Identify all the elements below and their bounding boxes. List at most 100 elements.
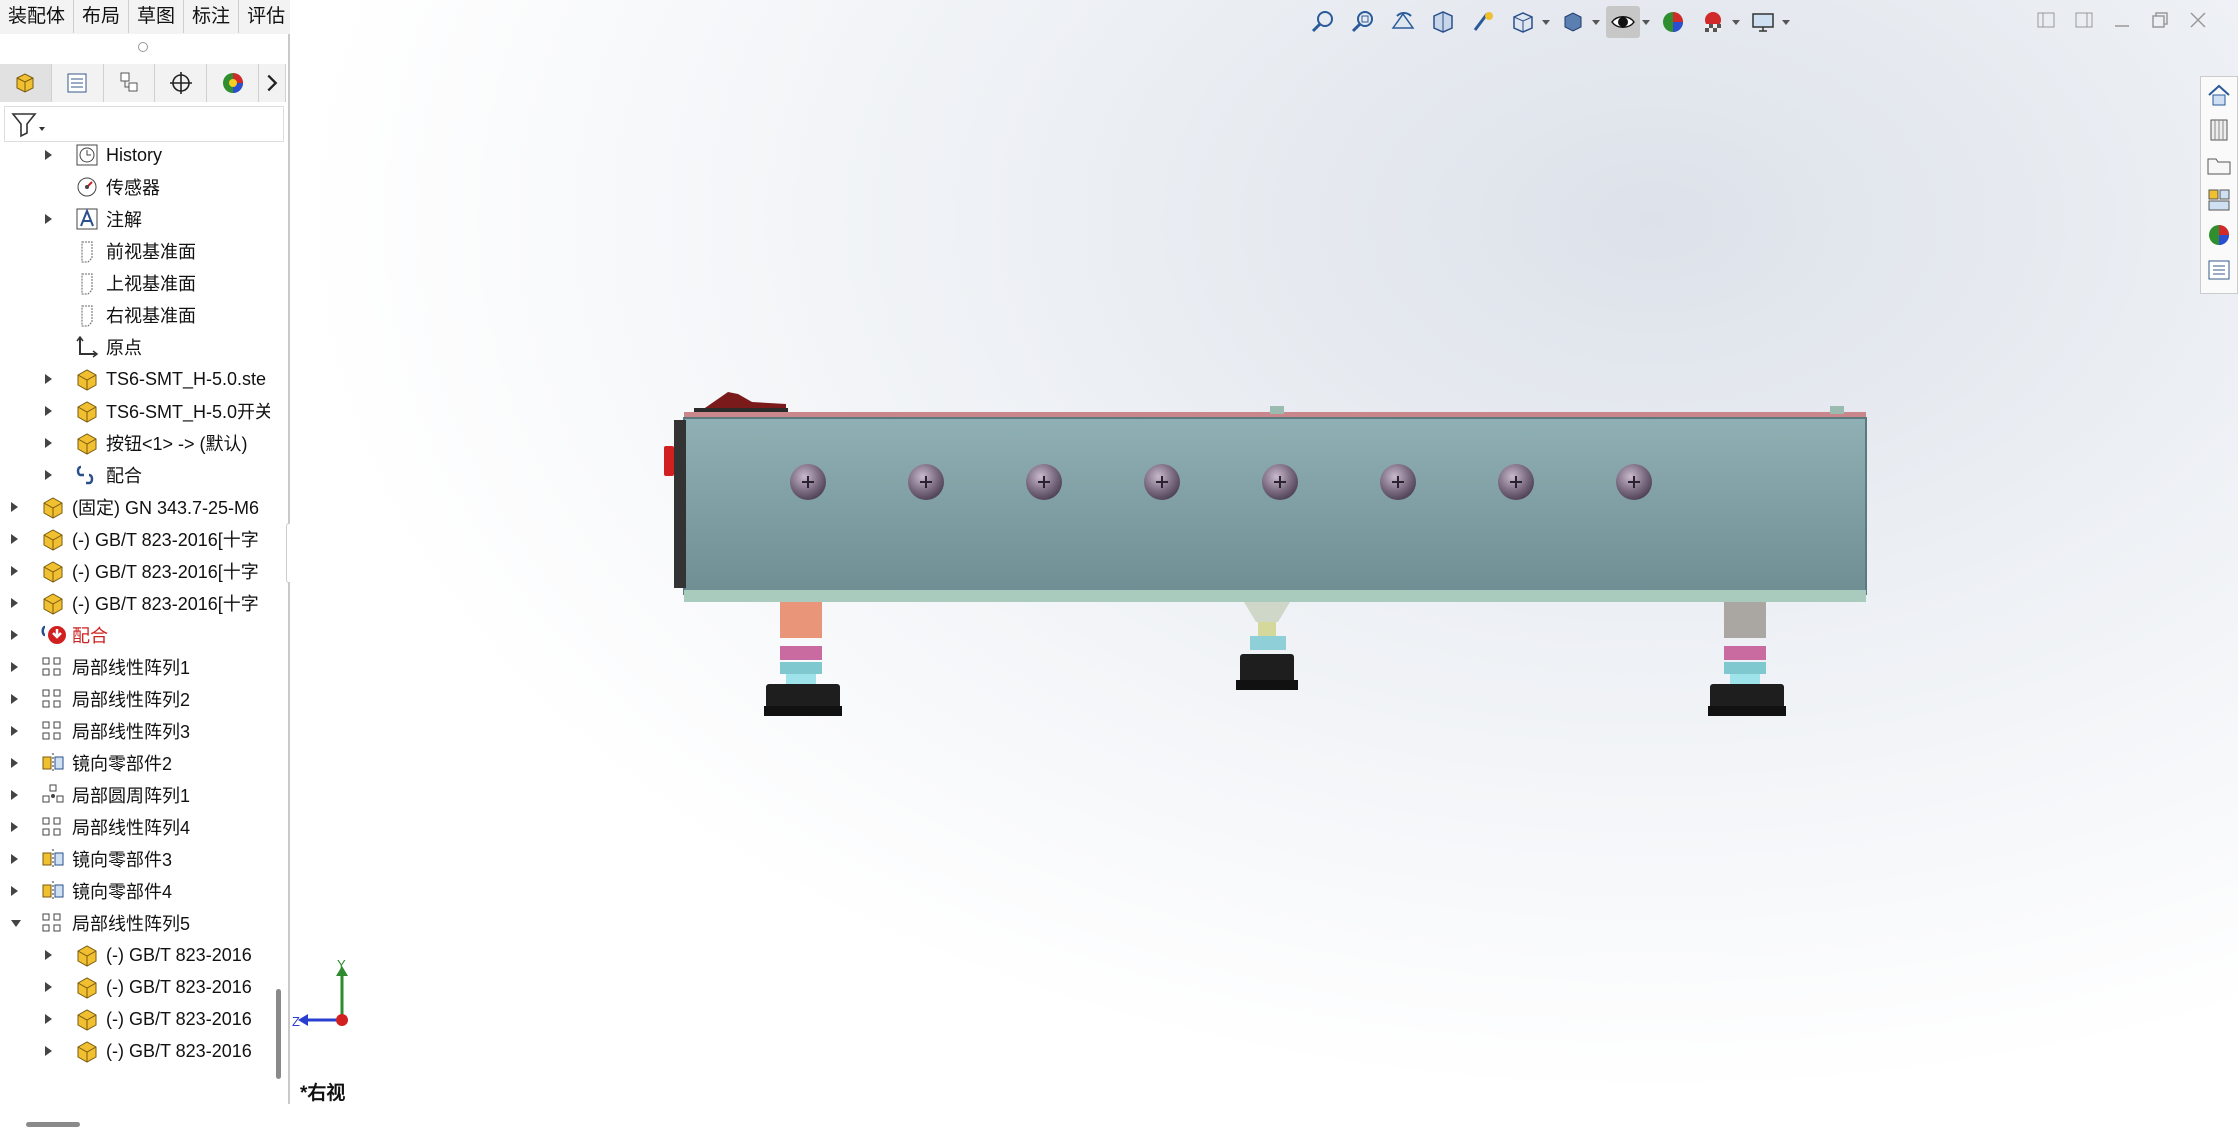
tree-item[interactable]: TS6-SMT_H-5.0.ste bbox=[74, 364, 266, 394]
tree-item[interactable]: 右视基准面 bbox=[74, 300, 196, 330]
chevron-down-icon[interactable] bbox=[1782, 19, 1790, 25]
tab-configurationmanager[interactable] bbox=[103, 64, 156, 102]
heads-up-view-toolbar bbox=[1306, 4, 1790, 40]
tree-item[interactable]: (-) GB/T 823-2016 bbox=[74, 972, 252, 1002]
expand-toggle-icon[interactable] bbox=[11, 854, 18, 864]
expand-toggle-icon[interactable] bbox=[11, 502, 18, 512]
tree-item[interactable]: TS6-SMT_H-5.0开关 bbox=[74, 396, 270, 426]
tree-item[interactable]: (-) GB/T 823-2016 bbox=[74, 940, 252, 970]
expand-toggle-icon[interactable] bbox=[45, 1014, 52, 1024]
tab-propertymanager[interactable] bbox=[51, 64, 104, 102]
tree-item[interactable]: 注解 bbox=[74, 204, 142, 234]
tree-item[interactable]: (-) GB/T 823-2016[十字 bbox=[40, 524, 259, 554]
apply-scene-button[interactable] bbox=[1696, 6, 1730, 38]
hide-show-button[interactable] bbox=[1606, 6, 1640, 38]
more-tabs-button[interactable] bbox=[258, 64, 286, 102]
chevron-down-icon[interactable] bbox=[1542, 19, 1550, 25]
expand-toggle-icon[interactable] bbox=[45, 214, 52, 224]
expand-toggle-icon[interactable] bbox=[45, 438, 52, 448]
display-style-button[interactable] bbox=[1556, 6, 1590, 38]
tab-0[interactable]: 装配体 bbox=[0, 0, 75, 33]
tree-item[interactable]: 前视基准面 bbox=[74, 236, 196, 266]
vertical-scrollbar[interactable] bbox=[276, 989, 281, 1079]
expand-toggle-icon[interactable] bbox=[11, 822, 18, 832]
expand-toggle-icon[interactable] bbox=[45, 950, 52, 960]
zoom-to-area-button[interactable] bbox=[1346, 6, 1380, 38]
tree-item[interactable]: 局部线性阵列5 bbox=[40, 908, 190, 938]
task-pane-design-library[interactable] bbox=[2202, 113, 2236, 147]
previous-view-button[interactable] bbox=[1386, 6, 1420, 38]
expand-toggle-icon[interactable] bbox=[45, 406, 52, 416]
expand-toggle-icon[interactable] bbox=[11, 790, 18, 800]
tab-2[interactable]: 草图 bbox=[129, 0, 185, 33]
close-icon[interactable] bbox=[2186, 8, 2210, 32]
tree-item[interactable]: 局部线性阵列2 bbox=[40, 684, 190, 714]
tree-item[interactable]: 镜向零部件4 bbox=[40, 876, 172, 906]
expand-toggle-icon[interactable] bbox=[11, 630, 18, 640]
edit-appearance-button[interactable] bbox=[1656, 6, 1690, 38]
task-pane-appearances[interactable] bbox=[2202, 218, 2236, 252]
expand-toggle-icon[interactable] bbox=[11, 534, 18, 544]
tree-item[interactable]: (-) GB/T 823-2016[十字 bbox=[40, 556, 259, 586]
filter-icon[interactable] bbox=[9, 109, 49, 139]
task-pane-home[interactable] bbox=[2202, 78, 2236, 112]
tree-item[interactable]: History bbox=[74, 140, 162, 170]
zoom-to-fit-button[interactable] bbox=[1306, 6, 1340, 38]
tile-right-icon[interactable] bbox=[2072, 8, 2096, 32]
tree-item[interactable]: 上视基准面 bbox=[74, 268, 196, 298]
tree-item[interactable]: 局部线性阵列4 bbox=[40, 812, 190, 842]
tree-item[interactable]: 镜向零部件3 bbox=[40, 844, 172, 874]
tab-display-manager[interactable] bbox=[207, 64, 259, 102]
expand-toggle-icon[interactable] bbox=[11, 920, 21, 927]
expand-toggle-icon[interactable] bbox=[11, 726, 18, 736]
assembly-model[interactable] bbox=[664, 392, 1867, 716]
expand-toggle-icon[interactable] bbox=[45, 374, 52, 384]
tree-item[interactable]: 原点 bbox=[74, 332, 142, 362]
tab-4[interactable]: 评估 bbox=[239, 0, 295, 33]
tile-left-icon[interactable] bbox=[2034, 8, 2058, 32]
tree-item[interactable]: (-) GB/T 823-2016 bbox=[74, 1036, 252, 1066]
tree-item[interactable]: 配合 bbox=[74, 460, 142, 490]
tree-item[interactable]: 传感器 bbox=[74, 172, 160, 202]
expand-toggle-icon[interactable] bbox=[11, 662, 18, 672]
expand-toggle-icon[interactable] bbox=[11, 598, 18, 608]
expand-toggle-icon[interactable] bbox=[45, 982, 52, 992]
tree-item[interactable]: 镜向零部件2 bbox=[40, 748, 172, 778]
view-settings-button[interactable] bbox=[1746, 6, 1780, 38]
minimize-icon[interactable] bbox=[2110, 8, 2134, 32]
chevron-down-icon[interactable] bbox=[1732, 19, 1740, 25]
tree-item[interactable]: 配合 bbox=[40, 620, 108, 650]
tree-item[interactable]: 局部线性阵列1 bbox=[40, 652, 190, 682]
tree-item[interactable]: 按钮<1> -> (默认) bbox=[74, 428, 248, 458]
graphics-area[interactable]: *右视 bbox=[290, 0, 2238, 1104]
section-view-button[interactable] bbox=[1426, 6, 1460, 38]
expand-toggle-icon[interactable] bbox=[45, 1046, 52, 1056]
expand-toggle-icon[interactable] bbox=[11, 758, 18, 768]
home-icon bbox=[2208, 84, 2230, 106]
task-pane-custom-properties[interactable] bbox=[2202, 253, 2236, 287]
tree-item[interactable]: 局部圆周阵列1 bbox=[40, 780, 190, 810]
tree-item[interactable]: (-) GB/T 823-2016[十字 bbox=[40, 588, 259, 618]
tab-dimxpert[interactable] bbox=[155, 64, 208, 102]
view-orientation-button[interactable] bbox=[1506, 6, 1540, 38]
restore-icon[interactable] bbox=[2148, 8, 2172, 32]
tree-item[interactable]: (固定) GN 343.7-25-M6 bbox=[40, 492, 259, 522]
expand-toggle-icon[interactable] bbox=[11, 886, 18, 896]
dynamic-annotation-button[interactable] bbox=[1466, 6, 1500, 38]
chevron-down-icon[interactable] bbox=[1642, 19, 1650, 25]
chevron-down-icon[interactable] bbox=[1592, 19, 1600, 25]
tab-1[interactable]: 布局 bbox=[74, 0, 130, 33]
panel-grip-icon[interactable] bbox=[138, 42, 148, 52]
task-pane-view-palette[interactable] bbox=[2202, 183, 2236, 217]
tab-featuremanager[interactable] bbox=[0, 64, 52, 102]
tree-item[interactable]: 局部线性阵列3 bbox=[40, 716, 190, 746]
tab-3[interactable]: 标注 bbox=[184, 0, 240, 33]
expand-toggle-icon[interactable] bbox=[45, 470, 52, 480]
horizontal-scrollbar[interactable] bbox=[26, 1122, 80, 1127]
expand-toggle-icon[interactable] bbox=[11, 694, 18, 704]
task-pane-file-explorer[interactable] bbox=[2202, 148, 2236, 182]
expand-toggle-icon[interactable] bbox=[11, 566, 18, 576]
expand-toggle-icon[interactable] bbox=[45, 150, 52, 160]
bottom-plate bbox=[684, 590, 1866, 602]
tree-item[interactable]: (-) GB/T 823-2016 bbox=[74, 1004, 252, 1034]
